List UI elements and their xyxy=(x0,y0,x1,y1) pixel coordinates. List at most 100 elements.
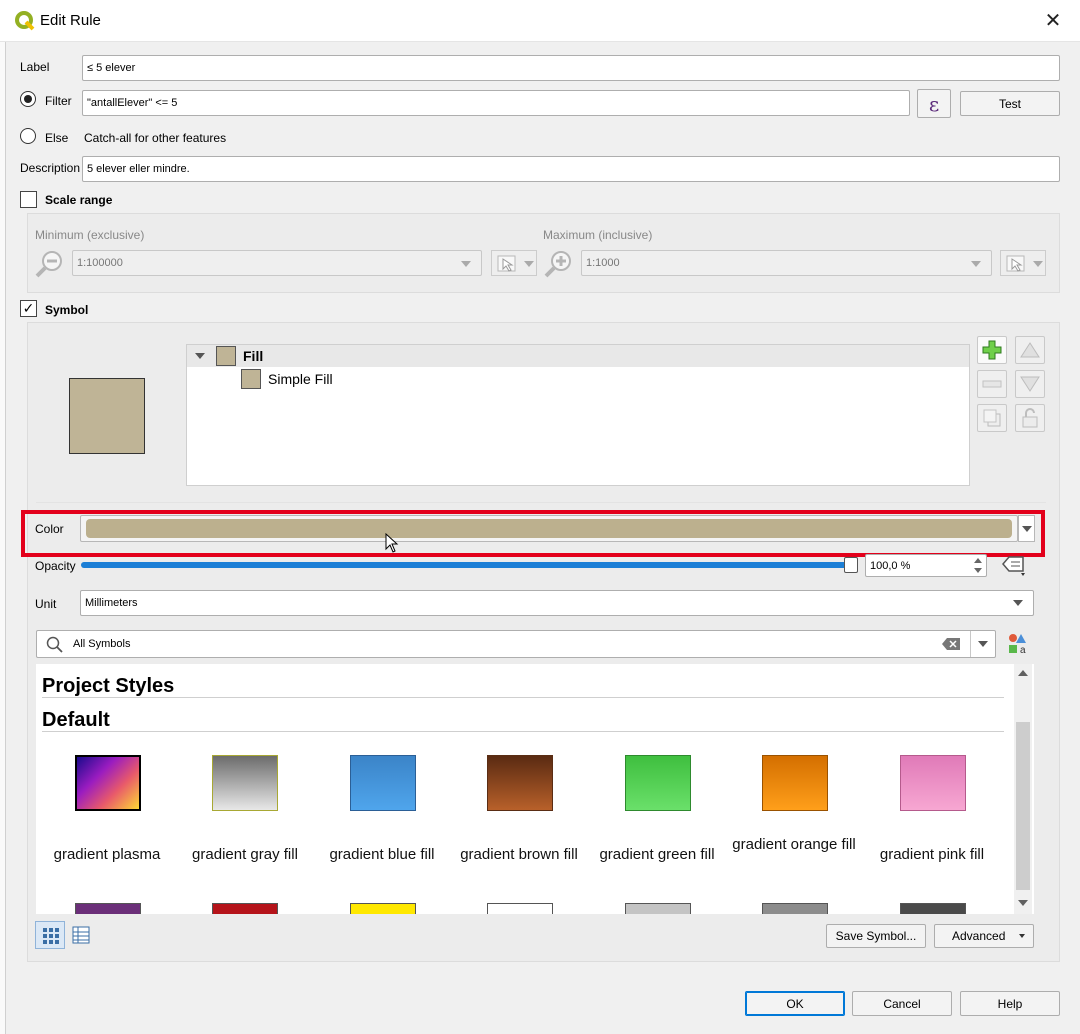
mouse-cursor-icon xyxy=(385,533,399,553)
layer-row-fill[interactable] xyxy=(187,345,969,367)
advanced-label: Advanced xyxy=(952,929,1006,943)
description-caption: Description xyxy=(20,161,81,175)
grid-icon xyxy=(43,928,59,944)
list-icon xyxy=(72,926,90,944)
chevron-down-icon xyxy=(1013,600,1023,606)
symbol-checkbox[interactable]: ✓ xyxy=(20,300,37,317)
chevron-down-icon xyxy=(971,261,981,267)
symbol-label: gradient brown fill xyxy=(460,846,578,863)
chevron-down-icon[interactable] xyxy=(195,353,205,359)
chevron-down-icon xyxy=(1033,261,1043,267)
symbol-label: gradient plasma xyxy=(53,846,161,863)
symbol-swatch[interactable] xyxy=(212,903,278,914)
symbol-swatch[interactable] xyxy=(350,903,416,914)
close-icon[interactable]: ✕ xyxy=(1040,8,1066,34)
chevron-down-icon xyxy=(1019,934,1025,938)
symbol-caption: Symbol xyxy=(45,303,89,317)
list-view-button[interactable] xyxy=(68,921,94,949)
spin-arrows-icon[interactable] xyxy=(970,555,986,576)
scale-max-label: Maximum (inclusive) xyxy=(543,228,653,242)
lock-layer-button xyxy=(1015,404,1045,432)
scroll-down-icon[interactable] xyxy=(1017,898,1029,908)
divider xyxy=(970,631,971,657)
expression-button[interactable]: ε xyxy=(917,89,951,118)
window-title: Edit Rule xyxy=(40,12,101,29)
unit-value: Millimeters xyxy=(85,597,138,609)
add-layer-button[interactable] xyxy=(977,336,1007,364)
symbol-label: gradient green fill xyxy=(599,846,715,863)
symbol-label: gradient blue fill xyxy=(329,846,435,863)
filter-radio[interactable] xyxy=(20,91,36,107)
opacity-slider-fill xyxy=(81,562,851,568)
chevron-down-icon xyxy=(1022,526,1032,532)
symbol-swatch[interactable] xyxy=(762,903,828,914)
else-note: Catch-all for other features xyxy=(84,131,227,145)
scrollbar-thumb[interactable] xyxy=(1016,722,1030,890)
color-button[interactable] xyxy=(80,515,1018,542)
else-radio[interactable] xyxy=(20,128,36,144)
scale-min-current-button xyxy=(491,250,537,276)
search-value: All Symbols xyxy=(73,638,131,650)
label-input[interactable]: ≤ 5 elever xyxy=(82,55,1060,81)
label-caption: Label xyxy=(20,60,50,74)
default-heading: Default xyxy=(42,709,110,731)
triangle-down-icon xyxy=(1020,376,1040,392)
symbol-label: gradient gray fill xyxy=(192,846,298,863)
color-caption: Color xyxy=(35,522,64,536)
project-styles-heading: Project Styles xyxy=(42,675,175,697)
symbol-swatch[interactable] xyxy=(625,903,691,914)
opacity-caption: Opacity xyxy=(35,559,76,573)
opacity-spinbox[interactable]: 100,0 % xyxy=(865,554,987,577)
scroll-up-icon[interactable] xyxy=(1017,668,1029,678)
map-cursor-icon xyxy=(497,255,516,272)
gradient-gray-swatch[interactable] xyxy=(212,755,278,811)
unit-select[interactable]: Millimeters xyxy=(80,590,1034,616)
duplicate-icon xyxy=(983,409,1001,427)
ok-button[interactable]: OK xyxy=(745,991,845,1016)
lock-icon xyxy=(1022,408,1038,428)
window-edge xyxy=(0,42,6,1034)
save-symbol-button[interactable]: Save Symbol... xyxy=(826,924,926,948)
scale-max-input: 1:1000 xyxy=(581,250,992,276)
divider xyxy=(42,697,1004,698)
simple-fill-label[interactable]: Simple Fill xyxy=(268,371,333,387)
opacity-slider-track[interactable] xyxy=(81,562,851,568)
icon-view-button[interactable] xyxy=(35,921,65,949)
remove-layer-button xyxy=(977,370,1007,398)
scale-max-current-button xyxy=(1000,250,1046,276)
unit-caption: Unit xyxy=(35,597,57,611)
filter-input[interactable]: "antallElever" <= 5 xyxy=(82,90,910,116)
gradient-plasma-swatch[interactable] xyxy=(75,755,141,811)
scale-min-input: 1:100000 xyxy=(72,250,482,276)
title-bar xyxy=(0,0,1080,42)
gradient-brown-swatch[interactable] xyxy=(487,755,553,811)
scale-range-checkbox[interactable] xyxy=(20,191,37,208)
chevron-down-icon[interactable] xyxy=(978,641,988,647)
move-down-button xyxy=(1015,370,1045,398)
gradient-green-swatch[interactable] xyxy=(625,755,691,811)
symbol-swatch[interactable] xyxy=(75,903,141,914)
clear-search-icon[interactable] xyxy=(941,637,961,651)
opacity-value: 100,0 % xyxy=(870,559,911,572)
data-defined-override-icon[interactable] xyxy=(999,554,1031,578)
help-button[interactable]: Help xyxy=(960,991,1060,1016)
search-icon xyxy=(46,636,63,653)
plus-icon xyxy=(982,340,1002,360)
opacity-slider-handle[interactable] xyxy=(844,557,858,573)
symbol-swatch[interactable] xyxy=(487,903,553,914)
description-input[interactable]: 5 elever eller mindre. xyxy=(82,156,1060,182)
color-menu-button[interactable] xyxy=(1018,515,1035,542)
style-manager-icon[interactable]: a xyxy=(1008,633,1030,655)
chevron-down-icon xyxy=(524,261,534,267)
gradient-blue-swatch[interactable] xyxy=(350,755,416,811)
scale-min-label: Minimum (exclusive) xyxy=(35,228,145,242)
gradient-orange-swatch[interactable] xyxy=(762,755,828,811)
cancel-button[interactable]: Cancel xyxy=(852,991,952,1016)
search-input[interactable]: All Symbols xyxy=(36,630,996,658)
gradient-pink-swatch[interactable] xyxy=(900,755,966,811)
test-button[interactable]: Test xyxy=(960,91,1060,116)
filter-caption: Filter xyxy=(45,94,72,108)
symbol-swatch[interactable] xyxy=(900,903,966,914)
svg-text:a: a xyxy=(1020,645,1026,655)
zoom-out-icon xyxy=(35,251,62,278)
